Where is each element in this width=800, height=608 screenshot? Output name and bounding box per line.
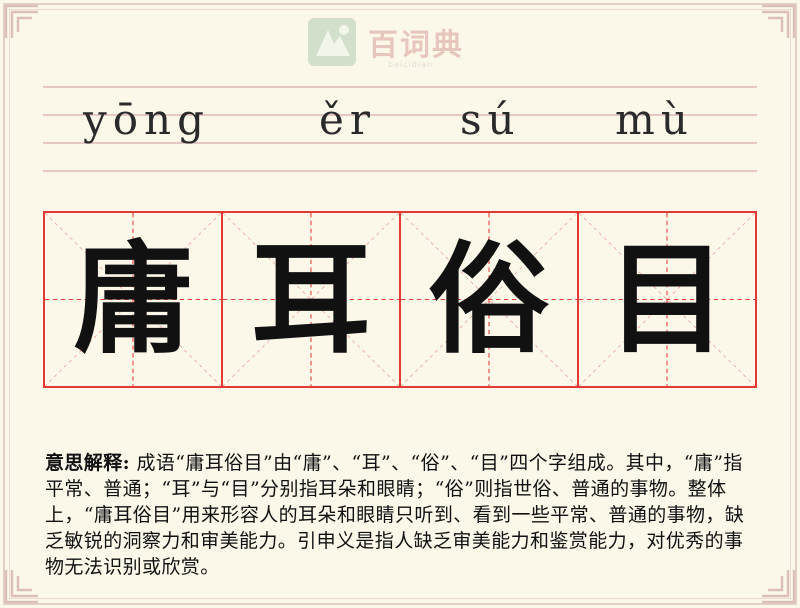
pinyin-line (43, 170, 757, 172)
pinyin-area: yōng ěr sú mù (43, 86, 757, 172)
character-cell: 俗 (401, 211, 579, 388)
character-cell: 目 (579, 211, 757, 388)
logo-text: 百词典 (368, 28, 464, 63)
explanation-label: 意思解释: (45, 452, 131, 474)
character-grid: 庸 耳 俗 目 (43, 211, 757, 388)
idiom-character: 耳 (251, 228, 371, 370)
corner-ornament-icon (2, 2, 42, 42)
pinyin-syllable: ěr (319, 95, 376, 144)
pinyin-syllable: yōng (83, 95, 210, 144)
explanation-text: 成语“庸耳俗目”由“庸”、“耳”、“俗”、“目”四个字组成。其中，“庸”指平常、… (45, 452, 745, 578)
logo-seal-icon (308, 18, 356, 66)
corner-ornament-icon (758, 2, 798, 42)
logo-subtext: baicidian (388, 60, 434, 69)
idiom-character: 俗 (429, 228, 549, 370)
character-cell: 耳 (223, 211, 401, 388)
corner-ornament-icon (2, 566, 42, 606)
pinyin-syllable: mù (615, 95, 694, 144)
corner-ornament-icon (758, 566, 798, 606)
idiom-card: 百词典 baicidian yōng ěr sú mù 庸 耳 俗 目 意思解释… (0, 0, 800, 608)
explanation-paragraph: 意思解释: 成语“庸耳俗目”由“庸”、“耳”、“俗”、“目”四个字组成。其中，“… (45, 450, 757, 580)
site-logo: 百词典 baicidian (304, 14, 494, 76)
pinyin-line (43, 86, 757, 88)
idiom-character: 目 (607, 228, 727, 370)
idiom-character: 庸 (73, 228, 193, 370)
pinyin-syllable: sú (460, 95, 521, 144)
character-cell: 庸 (43, 211, 223, 388)
